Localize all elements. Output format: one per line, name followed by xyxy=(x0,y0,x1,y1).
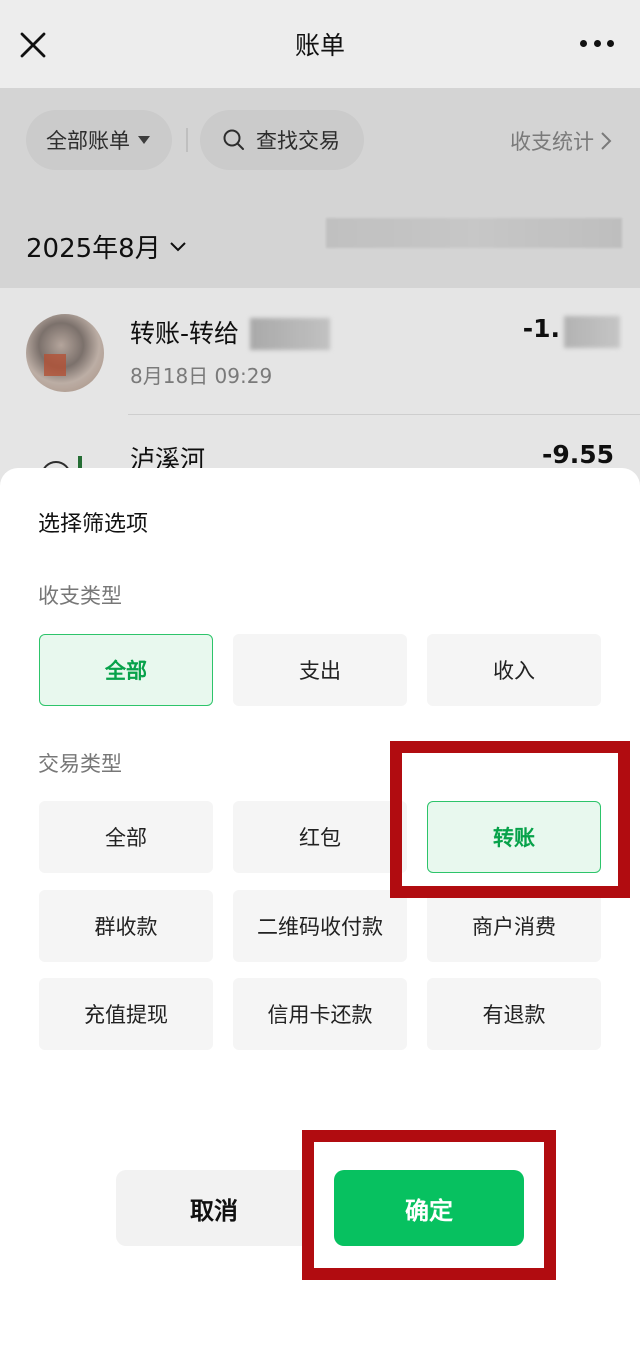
trade-option-group-collect[interactable]: 群收款 xyxy=(39,890,213,962)
trade-option-all[interactable]: 全部 xyxy=(39,801,213,873)
income-option-all[interactable]: 全部 xyxy=(39,634,213,706)
top-bar: 账单 xyxy=(0,0,640,88)
trade-option-topup-withdraw[interactable]: 充值提现 xyxy=(39,978,213,1050)
trade-option-refund[interactable]: 有退款 xyxy=(427,978,601,1050)
income-option-expense[interactable]: 支出 xyxy=(233,634,407,706)
highlight-box-confirm xyxy=(302,1130,556,1280)
highlight-box-transfer xyxy=(390,741,630,898)
trade-option-credit-card[interactable]: 信用卡还款 xyxy=(233,978,407,1050)
trade-option-qr-payment[interactable]: 二维码收付款 xyxy=(233,890,407,962)
close-icon[interactable] xyxy=(18,30,48,60)
bill-page: 账单 全部账单 查找交易 收支统计 2025年8月 转账-转给 8月18日 09… xyxy=(0,0,640,1349)
more-icon[interactable] xyxy=(580,40,614,50)
income-type-label: 收支类型 xyxy=(38,584,122,608)
page-title: 账单 xyxy=(294,31,345,60)
sheet-title: 选择筛选项 xyxy=(38,512,149,537)
income-option-income[interactable]: 收入 xyxy=(427,634,601,706)
cancel-button[interactable]: 取消 xyxy=(116,1170,312,1246)
trade-type-label: 交易类型 xyxy=(38,752,122,776)
trade-option-red-packet[interactable]: 红包 xyxy=(233,801,407,873)
trade-option-merchant[interactable]: 商户消费 xyxy=(427,890,601,962)
